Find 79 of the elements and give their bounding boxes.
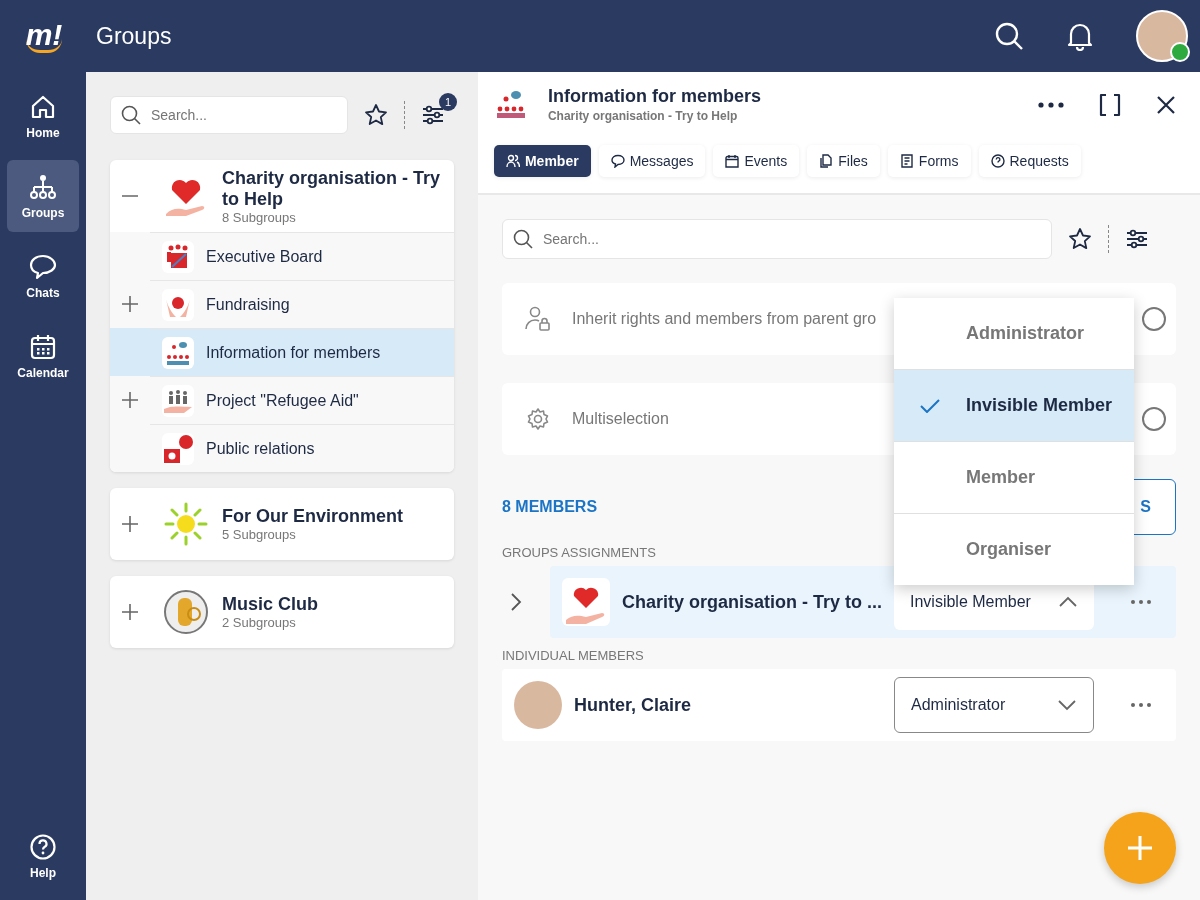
question-icon — [990, 154, 1005, 168]
group-name: Charity organisation - Try to ... — [621, 591, 882, 613]
group-name[interactable]: Music Club — [222, 594, 318, 615]
help-icon — [29, 832, 57, 861]
calendar-icon — [725, 154, 740, 168]
people-icon — [505, 154, 520, 168]
subgroup-count: 2 Subgroups — [222, 615, 297, 630]
camera-news-icon — [162, 432, 194, 465]
expand-icon[interactable] — [121, 515, 139, 533]
role-option[interactable]: Member — [893, 442, 1134, 514]
tab[interactable]: Events — [713, 145, 800, 177]
subgroup-item[interactable]: Executive Board — [110, 232, 454, 280]
subgroup-item[interactable]: Information for members — [110, 328, 454, 376]
help-button[interactable]: Help — [7, 820, 79, 892]
subgroup-item[interactable]: Public relations — [110, 424, 454, 472]
setting-label: Inherit rights and members from parent gro — [571, 310, 877, 328]
page-title: Groups — [96, 22, 172, 50]
subgroup-count: 5 Subgroups — [222, 527, 297, 542]
tuba-icon — [162, 588, 210, 636]
speech-bubble-icon — [29, 252, 57, 281]
group-title: Information for members — [547, 86, 761, 107]
speech-bubble-icon — [610, 154, 625, 168]
files-icon — [819, 154, 834, 168]
search-field[interactable]: Search... — [110, 96, 348, 134]
chevron-right-icon[interactable] — [509, 592, 522, 612]
nav-item[interactable]: Calendar — [7, 320, 79, 392]
section-label: GROUPS ASSIGNMENTS — [501, 545, 656, 560]
expand-icon[interactable] — [121, 603, 139, 621]
filter-icon[interactable] — [421, 103, 445, 127]
search-field[interactable]: Search... — [501, 219, 1052, 259]
group-name[interactable]: Charity organisation - Try to Help — [222, 167, 454, 210]
user-lock-icon — [523, 305, 552, 333]
more-icon[interactable] — [1038, 101, 1064, 108]
role-option[interactable]: Invisible Member — [893, 370, 1134, 442]
section-label: INDIVIDUAL MEMBERS — [501, 648, 644, 663]
role-dropdown[interactable]: Administrator — [894, 677, 1094, 733]
bell-icon[interactable] — [1066, 21, 1094, 51]
tab[interactable]: Messages — [598, 145, 706, 177]
search-icon[interactable] — [994, 21, 1024, 51]
sync-badge-icon — [1170, 42, 1190, 62]
check-icon — [919, 398, 940, 413]
member-count: 8 MEMBERS — [501, 498, 598, 516]
star-icon[interactable] — [364, 103, 388, 127]
avatar — [513, 681, 562, 729]
subgroup-count: 8 Subgroups — [222, 209, 297, 225]
setting-label: Multiselection — [571, 410, 669, 428]
document-icon — [899, 154, 914, 168]
tab[interactable]: Files — [807, 145, 880, 177]
filter-count-badge: 1 — [439, 93, 457, 111]
family-in-hand-icon — [162, 384, 194, 417]
sun-icon — [162, 500, 210, 548]
plus-icon — [1126, 834, 1154, 862]
member-name: Hunter, Claire — [573, 694, 692, 716]
money-bag-hands-icon — [162, 288, 194, 321]
close-icon[interactable] — [1156, 94, 1176, 115]
tab[interactable]: Forms — [887, 145, 971, 177]
subgroup-item[interactable]: Project "Refugee Aid" — [110, 376, 454, 424]
parent-group-name: Charity organisation - Try to Help — [547, 109, 739, 123]
people-board-icon — [162, 240, 194, 273]
app-logo[interactable]: m! — [25, 19, 63, 53]
expand-icon[interactable] — [121, 295, 139, 313]
tab[interactable]: Requests — [978, 145, 1081, 177]
nav-item[interactable]: Chats — [7, 240, 79, 312]
profile-avatar[interactable] — [1136, 10, 1188, 62]
tab[interactable]: Member — [493, 145, 591, 177]
filter-icon[interactable] — [1124, 227, 1149, 251]
search-icon — [121, 105, 141, 125]
calendar-icon — [29, 332, 57, 361]
subgroup-item[interactable]: Fundraising — [110, 280, 454, 328]
heart-in-hand-icon — [561, 578, 610, 626]
nav-item[interactable]: Home — [7, 80, 79, 152]
audience-speech-icon — [162, 336, 194, 369]
hierarchy-icon — [29, 172, 57, 201]
nav-item[interactable]: Groups — [7, 160, 79, 232]
star-icon[interactable] — [1067, 227, 1092, 251]
search-icon — [512, 229, 533, 249]
fullscreen-icon[interactable] — [1098, 92, 1122, 117]
expand-icon[interactable] — [121, 391, 139, 409]
group-name[interactable]: For Our Environment — [222, 506, 403, 527]
